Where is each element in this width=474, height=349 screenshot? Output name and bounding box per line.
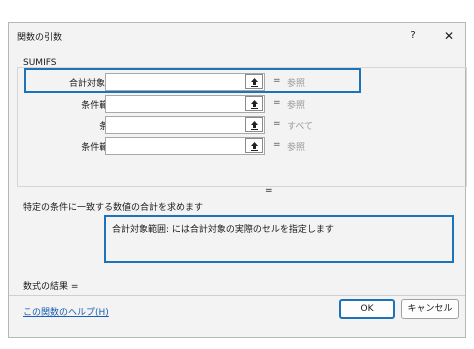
function-description: 特定の条件に一致する数値の合計を求めます [23, 203, 204, 213]
dialog-title: 関数の引数 [17, 33, 63, 43]
collapse-dialog-button[interactable] [245, 138, 263, 153]
argument-row-criteria-1: 条件1 = すべて [27, 116, 347, 134]
upload-arrow-icon [250, 99, 258, 109]
upload-arrow-icon [250, 141, 258, 151]
argument-description: 合計対象範囲: には合計対象の実際のセルを指定します [112, 225, 334, 235]
argument-row-criteria-range-2: 条件範囲2 = 参照 [27, 137, 347, 155]
function-result-equals: = [265, 186, 273, 196]
argument-type-hint: 参照 [287, 143, 306, 153]
argument-description-box: 合計対象範囲: には合計対象の実際のセルを指定します [104, 215, 454, 263]
argument-type-hint: 参照 [287, 101, 306, 111]
ok-button[interactable]: OK [339, 299, 395, 319]
title-bar: 関数の引数 ? ✕ [9, 23, 465, 49]
sum-range-highlight [24, 68, 361, 93]
close-button[interactable]: ✕ [439, 27, 459, 45]
argument-type-hint: すべて [287, 122, 314, 132]
criteria-1-input[interactable] [105, 116, 265, 134]
help-button[interactable]: ? [403, 27, 423, 45]
collapse-dialog-button[interactable] [245, 96, 263, 111]
criteria-range-1-input[interactable] [105, 95, 265, 113]
collapse-dialog-button[interactable] [245, 117, 263, 132]
argument-row-criteria-range-1: 条件範囲1 = 参照 [27, 95, 347, 113]
criteria-range-2-input[interactable] [105, 137, 265, 155]
divider [9, 295, 465, 296]
argument-equals: = [273, 140, 281, 150]
function-help-link[interactable]: この関数のヘルプ(H) [23, 305, 109, 318]
argument-equals: = [273, 98, 281, 108]
argument-equals: = [273, 119, 281, 129]
formula-result: 数式の結果 = [23, 282, 79, 292]
cancel-button[interactable]: キャンセル [401, 299, 459, 319]
upload-arrow-icon [250, 120, 258, 130]
